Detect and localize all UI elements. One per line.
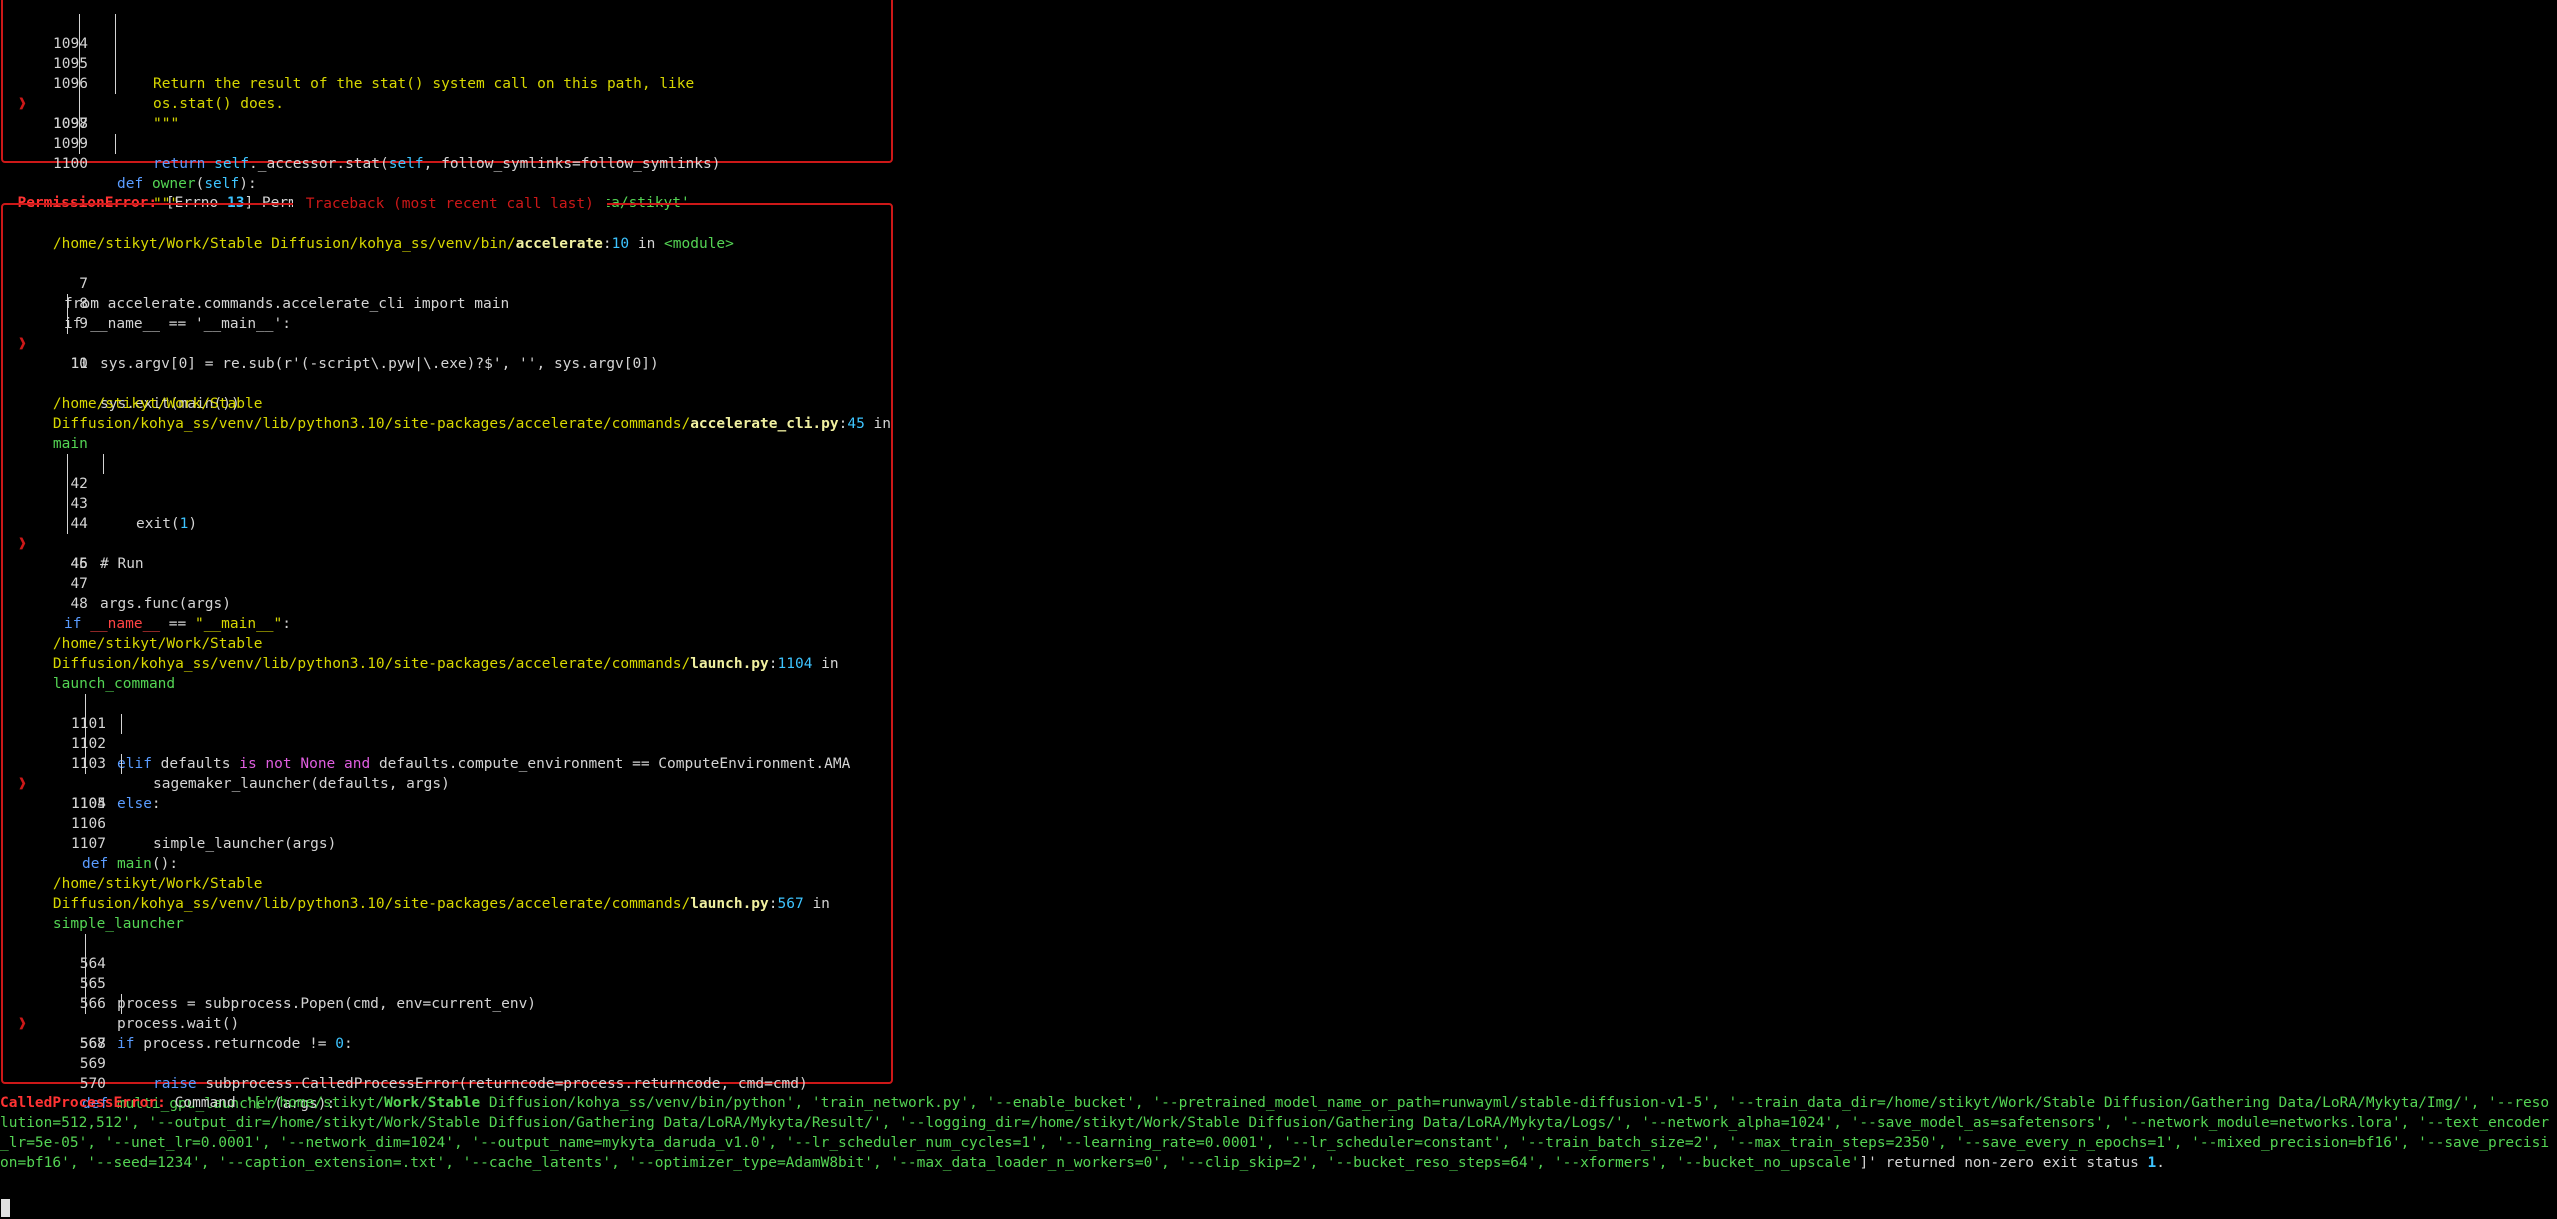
code-line: 564 process = subprocess.Popen(cmd, env=… [3, 934, 883, 1012]
frame-function: simple_launcher [52, 916, 184, 932]
frame-location: /home/stikyt/Work/Stable Diffusion/kohya… [52, 236, 734, 252]
frame-location: Diffusion/kohya_ss/venv/lib/python3.10/s… [52, 896, 830, 912]
code-line: 569 [79, 1056, 106, 1072]
code-line: 1099 def owner(self): [3, 114, 883, 192]
frame-location: /home/stikyt/Work/Stable [52, 396, 263, 412]
code-line: 46 [70, 556, 88, 572]
called-process-error-message: CalledProcessError: Command '['/home/sti… [0, 1095, 2550, 1171]
code-line: 1096 """ [3, 54, 883, 132]
code-line: 8 if __name__ == '__main__': [64, 296, 291, 332]
code-line: 1106 [71, 816, 106, 832]
code-line: 1095 os.stat() does. [3, 34, 883, 112]
code-line: 1098 [3, 94, 883, 132]
code-line: 1101 elif defaults is not None and defau… [3, 694, 883, 772]
traceback-title: Traceback (most recent call last) [293, 194, 607, 214]
code-line: 43 [3, 474, 883, 512]
code-line: 565 process.wait() [3, 954, 883, 1032]
code-line: 11 [70, 356, 88, 372]
terminal-cursor [1, 1199, 10, 1217]
code-line: 1107 def main(): [71, 836, 179, 872]
code-line: 1102 sagemaker_launcher(defaults, args) [3, 714, 883, 792]
code-line-current: ❱ 567 raise subprocess.CalledProcessErro… [3, 994, 883, 1092]
frame-location: /home/stikyt/Work/Stable [52, 636, 263, 652]
code-line: 1105 [71, 796, 106, 812]
code-line-current: ❱ 45 args.func(args) [3, 514, 883, 612]
frame-function: launch_command [52, 676, 176, 692]
code-line: 1094 Return the result of the stat() sys… [3, 14, 883, 92]
frame-location: /home/stikyt/Work/Stable [52, 876, 263, 892]
code-line: 47 [70, 576, 88, 592]
code-line-current: ❱ 1104 simple_launcher(args) [3, 754, 883, 852]
code-line: 1100 """ [3, 134, 883, 212]
traceback-frame-stat: 1094 Return the result of the stat() sys… [1, 0, 893, 212]
code-line: 1103 else: [3, 734, 883, 812]
frame-location: Diffusion/kohya_ss/venv/lib/python3.10/s… [52, 416, 892, 432]
code-line: 48 if __name__ == "__main__": [64, 596, 292, 632]
code-line: 568 [79, 1036, 106, 1052]
frame-location: Diffusion/kohya_ss/venv/lib/python3.10/s… [52, 656, 839, 672]
code-line-current: ❱ 1097 return self._accessor.stat(self, … [3, 74, 883, 172]
code-line: 44 # Run [3, 494, 883, 572]
frame-function: main [52, 436, 88, 452]
code-line: 7 from accelerate.commands.accelerate_cl… [64, 276, 510, 312]
traceback-panel: Traceback (most recent call last) /home/… [1, 194, 893, 1112]
code-line-current: ❱ 10 sys.exit(main()) [3, 314, 883, 412]
code-line: 42 exit(1) [3, 454, 883, 532]
code-line: 566 if process.returncode != 0: [3, 974, 883, 1052]
code-line: 9 sys.argv[0] = re.sub(r'(-script\.pyw|\… [3, 294, 883, 372]
code-line: 570 def multi_gpu_launcher(args): [79, 1076, 336, 1112]
